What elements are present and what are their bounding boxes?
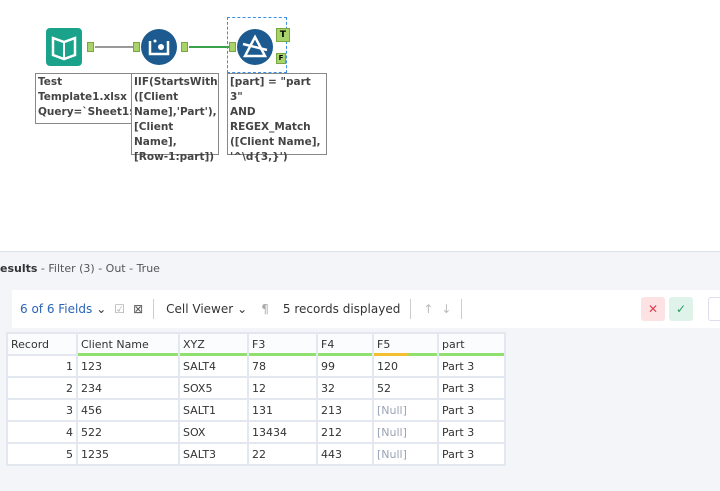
table-cell[interactable]: SALT4 (178, 354, 249, 378)
column-header[interactable]: XYZ (178, 332, 249, 356)
table-cell[interactable]: SOX5 (178, 376, 249, 400)
formula-icon (148, 39, 170, 56)
column-header[interactable]: F5 (372, 332, 439, 356)
connection (189, 46, 229, 48)
table-cell[interactable]: 1 (6, 354, 78, 378)
table-cell[interactable]: [Null] (372, 442, 439, 466)
uncheck-all-icon[interactable]: ⊠ (133, 302, 143, 316)
arrow-down-icon[interactable]: ↓ (441, 302, 451, 316)
table-cell[interactable]: 443 (316, 442, 374, 466)
connection (95, 46, 133, 48)
table-cell[interactable]: Part 3 (437, 354, 506, 378)
table-cell[interactable]: 4 (6, 420, 78, 444)
column-header[interactable]: Record (6, 332, 78, 356)
false-anchor[interactable]: F (276, 53, 286, 64)
table-row: 1 123 SALT4 78 99 120 Part 3 (6, 354, 506, 378)
records-count: 5 records displayed (282, 302, 401, 316)
column-header[interactable]: F3 (247, 332, 318, 356)
table-cell[interactable]: 234 (76, 376, 180, 400)
table-cell[interactable]: 78 (247, 354, 318, 378)
viewer-label: Cell Viewer (166, 302, 234, 316)
table-row: 4 522 SOX 13434 212 [Null] Part 3 (6, 420, 506, 444)
divider (410, 299, 412, 319)
check-all-icon[interactable]: ☑ (114, 302, 125, 316)
table-cell[interactable]: 99 (316, 354, 374, 378)
output-anchor[interactable] (181, 42, 188, 52)
chevron-down-icon: ⌄ (237, 302, 248, 316)
table-cell[interactable]: [Null] (372, 420, 439, 444)
table-cell[interactable]: 123 (76, 354, 180, 378)
table-cell[interactable]: SOX (178, 420, 249, 444)
true-anchor[interactable]: T (276, 28, 290, 42)
fields-dropdown[interactable]: 6 of 6 Fields ⌄ (20, 302, 106, 316)
chevron-down-icon: ⌄ (96, 302, 107, 316)
search-input[interactable] (708, 297, 720, 321)
table-cell[interactable]: 1235 (76, 442, 180, 466)
table-cell[interactable]: 2 (6, 376, 78, 400)
filter-tool[interactable] (237, 29, 273, 65)
table-cell[interactable]: 120 (372, 354, 439, 378)
check-icon[interactable]: ✓ (669, 297, 693, 321)
filter-annotation: [part] = "part 3" AND REGEX_Match ([Clie… (227, 73, 327, 163)
formula-tool[interactable] (141, 29, 177, 65)
input-annotation: Test Template1.xlsx Query=`Sheet1$` (35, 73, 142, 124)
table-row: 3 456 SALT1 131 213 [Null] Part 3 (6, 398, 506, 422)
results-title: esults - Filter (3) - Out - True (0, 262, 160, 275)
table-row: 2 234 SOX5 12 32 52 Part 3 (6, 376, 506, 400)
filter-icon (242, 34, 268, 58)
column-header[interactable]: F4 (316, 332, 374, 356)
divider (461, 299, 463, 319)
pilcrow-icon[interactable]: ¶ (261, 302, 269, 316)
close-icon[interactable]: ✕ (641, 297, 665, 321)
viewer-dropdown[interactable]: Cell Viewer ⌄ (166, 302, 247, 316)
input-data-tool[interactable] (46, 28, 82, 66)
table-cell[interactable]: Part 3 (437, 442, 506, 466)
results-table: Record Client Name XYZ F3 F4 F5 part 1 12… (6, 332, 506, 466)
header-row: Record Client Name XYZ F3 F4 F5 part (6, 332, 506, 356)
input-anchor[interactable] (133, 42, 140, 52)
results-toolbar: 6 of 6 Fields ⌄ ☑ ⊠ Cell Viewer ⌄ ¶ 5 reco… (12, 290, 720, 328)
output-anchor[interactable] (87, 42, 94, 52)
table-cell[interactable]: 213 (316, 398, 374, 422)
column-header[interactable]: part (437, 332, 506, 356)
table-cell[interactable]: 32 (316, 376, 374, 400)
input-anchor[interactable] (229, 42, 236, 52)
divider (153, 299, 155, 319)
table-cell[interactable]: 212 (316, 420, 374, 444)
table-cell[interactable]: 5 (6, 442, 78, 466)
table-cell[interactable]: SALT1 (178, 398, 249, 422)
fields-label: 6 of 6 Fields (20, 302, 93, 316)
table-cell[interactable]: [Null] (372, 398, 439, 422)
table-cell[interactable]: 131 (247, 398, 318, 422)
table-cell[interactable]: 52 (372, 376, 439, 400)
table-cell[interactable]: 22 (247, 442, 318, 466)
book-icon (51, 36, 77, 61)
table-cell[interactable]: 456 (76, 398, 180, 422)
table-cell[interactable]: 3 (6, 398, 78, 422)
table-cell[interactable]: 522 (76, 420, 180, 444)
table-cell[interactable]: Part 3 (437, 376, 506, 400)
table-cell[interactable]: 12 (247, 376, 318, 400)
formula-annotation: IIF(StartsWith ([Client Name],'Part'), [… (131, 73, 219, 163)
table-cell[interactable]: 13434 (247, 420, 318, 444)
table-row: 5 1235 SALT3 22 443 [Null] Part 3 (6, 442, 506, 466)
table-cell[interactable]: Part 3 (437, 398, 506, 422)
table-cell[interactable]: SALT3 (178, 442, 249, 466)
column-header[interactable]: Client Name (76, 332, 180, 356)
arrow-up-icon[interactable]: ↑ (423, 302, 433, 316)
workflow-canvas[interactable]: T F Test Template1.xlsx Query=`Sheet1$` … (0, 0, 720, 252)
table-cell[interactable]: Part 3 (437, 420, 506, 444)
